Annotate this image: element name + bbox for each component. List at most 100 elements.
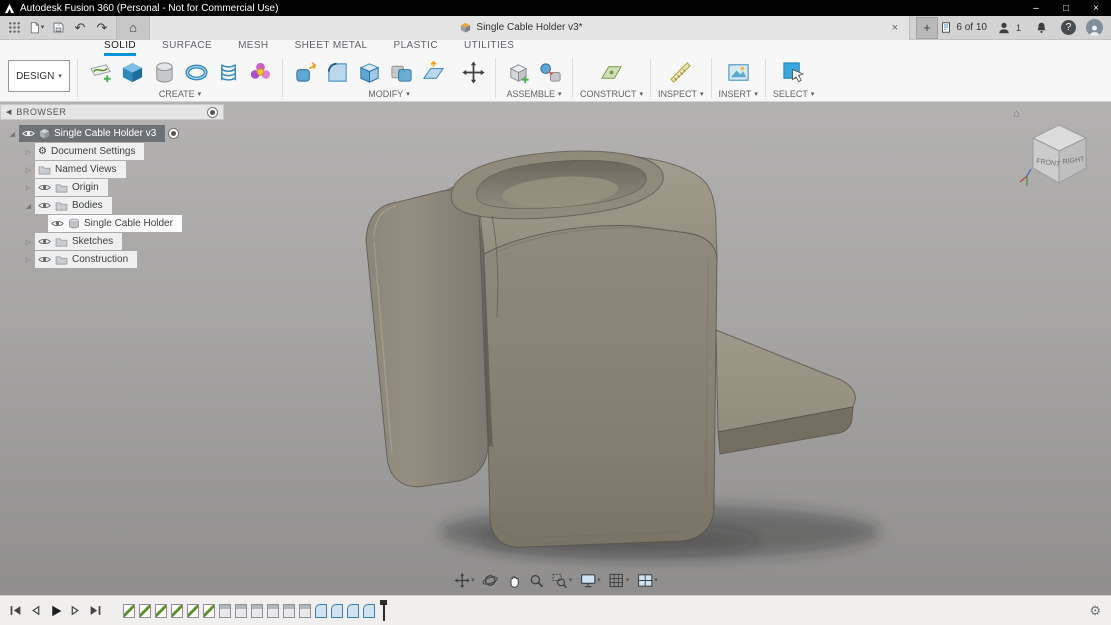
timeline-extrude-icon[interactable] bbox=[219, 604, 231, 618]
timeline-go-to-start-button[interactable] bbox=[8, 603, 23, 618]
tab-sheet-metal[interactable]: SHEET METAL bbox=[295, 40, 368, 56]
tab-mesh[interactable]: MESH bbox=[238, 40, 269, 56]
expand-open-icon[interactable]: ◢ bbox=[6, 130, 19, 138]
tree-row-construction[interactable]: ▷ Construction bbox=[22, 251, 224, 268]
torus-button[interactable] bbox=[181, 57, 211, 87]
group-label-modify[interactable]: MODIFY▾ bbox=[368, 89, 410, 99]
timeline-step-forward-button[interactable] bbox=[68, 603, 83, 618]
tab-close-icon[interactable]: × bbox=[887, 22, 903, 34]
close-button[interactable]: × bbox=[1081, 0, 1111, 16]
expand-closed-icon[interactable]: ▷ bbox=[22, 184, 35, 192]
timeline-sketch-icon[interactable] bbox=[187, 604, 199, 618]
job-status-button[interactable]: 6 of 10 bbox=[940, 21, 987, 34]
file-menu-button[interactable]: ▾ bbox=[26, 18, 46, 38]
insert-canvas-button[interactable] bbox=[723, 57, 753, 87]
coil-button[interactable] bbox=[213, 57, 243, 87]
timeline-sketch-icon[interactable] bbox=[203, 604, 215, 618]
shell-button[interactable] bbox=[354, 57, 384, 87]
undo-button[interactable]: ↶ bbox=[70, 18, 90, 38]
new-tab-button[interactable]: + bbox=[916, 17, 938, 39]
timeline-sketch-icon[interactable] bbox=[139, 604, 151, 618]
press-pull-button[interactable] bbox=[290, 57, 320, 87]
new-component-button[interactable] bbox=[503, 57, 533, 87]
group-label-select[interactable]: SELECT▾ bbox=[773, 89, 815, 99]
fillet-button[interactable] bbox=[322, 57, 352, 87]
tab-utilities[interactable]: UTILITIES bbox=[464, 40, 514, 56]
move-copy-button[interactable] bbox=[458, 57, 488, 87]
eye-icon[interactable] bbox=[51, 219, 64, 228]
timeline-extrude-icon[interactable] bbox=[283, 604, 295, 618]
select-button[interactable] bbox=[779, 57, 809, 87]
combine-button[interactable] bbox=[386, 57, 416, 87]
viewcube[interactable]: ⌂ FRONT RIGHT bbox=[1017, 110, 1101, 194]
user-avatar[interactable] bbox=[1086, 19, 1103, 36]
eye-icon[interactable] bbox=[38, 183, 51, 192]
app-grid-icon[interactable] bbox=[4, 18, 24, 38]
timeline-play-button[interactable] bbox=[48, 603, 63, 618]
group-label-insert[interactable]: INSERT▾ bbox=[719, 89, 758, 99]
timeline-step-back-button[interactable] bbox=[28, 603, 43, 618]
tab-solid[interactable]: SOLID bbox=[104, 40, 136, 56]
create-sketch-button[interactable] bbox=[85, 57, 115, 87]
expand-closed-icon[interactable]: ▷ bbox=[22, 166, 35, 174]
group-label-construct[interactable]: CONSTRUCT▾ bbox=[580, 89, 643, 99]
tree-row-bodies[interactable]: ◢ Bodies bbox=[22, 197, 224, 214]
expand-closed-icon[interactable]: ▷ bbox=[22, 238, 35, 246]
zoom-window-icon[interactable]: ▾ bbox=[552, 573, 573, 589]
timeline-extrude-icon[interactable] bbox=[299, 604, 311, 618]
measure-button[interactable] bbox=[666, 57, 696, 87]
timeline-sketch-icon[interactable] bbox=[123, 604, 135, 618]
home-button[interactable]: ⌂ bbox=[116, 16, 150, 40]
group-label-create[interactable]: CREATE▾ bbox=[159, 89, 201, 99]
save-button[interactable] bbox=[48, 18, 68, 38]
timeline-extrude-icon[interactable] bbox=[235, 604, 247, 618]
timeline-fillet-icon[interactable] bbox=[347, 604, 359, 618]
timeline-fillet-icon[interactable] bbox=[315, 604, 327, 618]
tab-surface[interactable]: SURFACE bbox=[162, 40, 212, 56]
construction-plane-button[interactable] bbox=[597, 57, 627, 87]
timeline-fillet-icon[interactable] bbox=[331, 604, 343, 618]
viewports-icon[interactable]: ▾ bbox=[636, 572, 658, 589]
eye-icon[interactable] bbox=[38, 255, 51, 264]
timeline-extrude-icon[interactable] bbox=[251, 604, 263, 618]
notifications-button[interactable] bbox=[1031, 18, 1051, 38]
tree-row-body-single-cable-holder[interactable]: Single Cable Holder bbox=[48, 215, 224, 232]
timeline-playhead[interactable] bbox=[380, 600, 387, 621]
cylinder-button[interactable] bbox=[149, 57, 179, 87]
expand-closed-icon[interactable]: ▷ bbox=[22, 148, 35, 156]
collaboration-button[interactable]: 1 bbox=[997, 21, 1021, 35]
expand-open-icon[interactable]: ◢ bbox=[22, 202, 35, 210]
design-workspace-button[interactable]: DESIGN ▾ bbox=[8, 60, 70, 92]
timeline-fillet-icon[interactable] bbox=[363, 604, 375, 618]
tree-row-origin[interactable]: ▷ Origin bbox=[22, 179, 224, 196]
timeline-settings-gear-icon[interactable]: ⚙ bbox=[1089, 603, 1111, 619]
minimize-button[interactable]: – bbox=[1021, 0, 1051, 16]
timeline-sketch-icon[interactable] bbox=[171, 604, 183, 618]
browser-collapse-icon[interactable]: ◀ bbox=[6, 109, 11, 116]
tree-row-root[interactable]: ◢ Single Cable Holder v3 bbox=[6, 125, 224, 142]
pan-icon[interactable]: ▾ bbox=[453, 572, 475, 589]
redo-button[interactable]: ↷ bbox=[92, 18, 112, 38]
expand-closed-icon[interactable]: ▷ bbox=[22, 256, 35, 264]
orbit-icon[interactable] bbox=[482, 572, 499, 589]
eye-icon[interactable] bbox=[38, 237, 51, 246]
document-tab[interactable]: Single Cable Holder v3* × bbox=[150, 16, 910, 40]
tree-row-named-views[interactable]: ▷ Named Views bbox=[22, 161, 224, 178]
zoom-icon[interactable] bbox=[529, 573, 545, 589]
display-settings-icon[interactable]: ▾ bbox=[579, 572, 601, 589]
group-label-assemble[interactable]: ASSEMBLE▾ bbox=[506, 89, 561, 99]
help-button[interactable]: ? bbox=[1061, 20, 1076, 35]
viewcube-home-icon[interactable]: ⌂ bbox=[1013, 108, 1020, 120]
timeline-extrude-icon[interactable] bbox=[267, 604, 279, 618]
eye-icon[interactable] bbox=[22, 129, 35, 138]
grid-snaps-icon[interactable]: ▾ bbox=[608, 572, 630, 589]
tree-row-document-settings[interactable]: ▷ ⚙ Document Settings bbox=[22, 143, 224, 160]
group-label-inspect[interactable]: INSPECT▾ bbox=[658, 89, 704, 99]
box-button[interactable] bbox=[117, 57, 147, 87]
pattern-button[interactable] bbox=[245, 57, 275, 87]
tab-plastic[interactable]: PLASTIC bbox=[394, 40, 438, 56]
offset-face-button[interactable] bbox=[418, 57, 448, 87]
tree-row-sketches[interactable]: ▷ Sketches bbox=[22, 233, 224, 250]
maximize-button[interactable]: □ bbox=[1051, 0, 1081, 16]
viewport-canvas[interactable]: ◀ BROWSER ◢ Single Cable Holder v3 ▷ ⚙ bbox=[0, 102, 1111, 625]
